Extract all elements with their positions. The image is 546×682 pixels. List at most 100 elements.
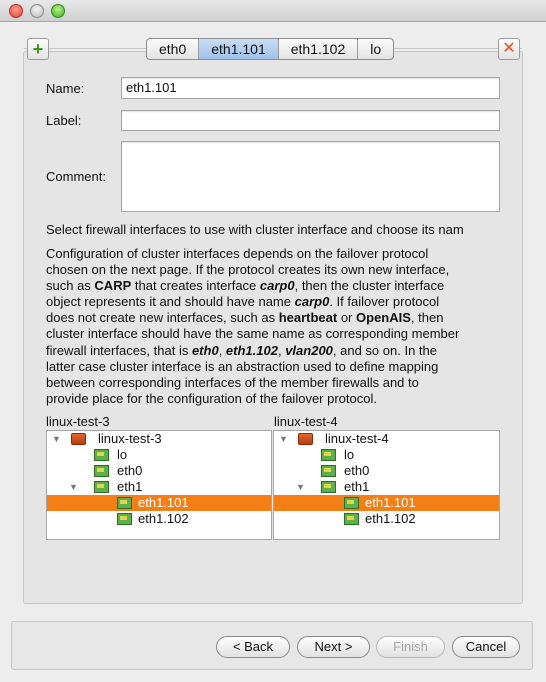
text-segment: or [337, 310, 357, 326]
text-segment: latter case cluster interface is an abst… [46, 358, 439, 374]
tree-row-label: linux-test-4 [325, 431, 389, 446]
tree-title-right: linux-test-4 [274, 414, 338, 429]
tab-eth0[interactable]: eth0 [147, 39, 198, 59]
nic-icon [117, 497, 132, 509]
tree-row-label: eth1 [117, 479, 143, 494]
text-segment: does not create new interfaces, such as [46, 310, 279, 326]
host-icon [71, 433, 86, 445]
description-line: provide place for the configuration of t… [46, 391, 502, 407]
label-label: Label: [46, 113, 82, 128]
emphasis-text: carp0 [294, 294, 330, 310]
tree-row[interactable]: ▼ linux-test-4 [274, 431, 499, 447]
text-segment: , [218, 342, 226, 358]
tree-row[interactable]: eth1.102 [47, 511, 271, 527]
emphasis-text: heartbeat [278, 310, 338, 326]
tree-row-label: eth1.102 [138, 511, 189, 526]
host-icon [298, 433, 313, 445]
zoom-window-icon[interactable] [51, 4, 65, 18]
text-segment: firewall interfaces, that is [46, 342, 192, 358]
tree-row[interactable]: ▼ eth1 [274, 479, 499, 495]
description-text: Configuration of cluster interfaces depe… [46, 246, 502, 407]
tree-row-label: linux-test-3 [98, 431, 162, 446]
text-segment: that creates interface [131, 278, 260, 294]
expand-triangle-icon[interactable]: ▼ [296, 479, 305, 495]
text-segment: cluster interface should have the same n… [46, 326, 460, 342]
minimize-window-icon[interactable] [30, 4, 44, 18]
tree-row[interactable]: ▼ linux-test-3 [47, 431, 271, 447]
nic-icon [344, 497, 359, 509]
window-titlebar [0, 0, 546, 22]
nic-icon [94, 465, 109, 477]
text-segment: , then the cluster interface [294, 278, 445, 294]
tree-row[interactable]: eth1.101 [47, 495, 271, 511]
emphasis-text: eth1.102 [225, 342, 278, 358]
tab-eth1-102[interactable]: eth1.102 [277, 39, 358, 59]
name-label: Name: [46, 81, 85, 96]
tree-row[interactable]: eth0 [47, 463, 271, 479]
description-line: chosen on the next page. If the protocol… [46, 262, 502, 278]
tree-row-label: lo [117, 447, 128, 462]
tab-eth1-101[interactable]: eth1.101 [198, 39, 278, 59]
text-segment: such as [46, 278, 95, 294]
tree-row[interactable]: lo [47, 447, 271, 463]
expand-triangle-icon[interactable]: ▼ [52, 431, 61, 447]
tree-row-label: eth0 [117, 463, 143, 478]
comment-field[interactable] [121, 141, 500, 212]
tree-row-label: eth1.101 [365, 495, 416, 510]
nic-icon [344, 513, 359, 525]
tree-title-left: linux-test-3 [46, 414, 110, 429]
finish-button[interactable]: Finish [376, 636, 445, 658]
text-segment: . If failover protocol [329, 294, 440, 310]
expand-triangle-icon[interactable]: ▼ [279, 431, 288, 447]
text-segment: provide place for the configuration of t… [46, 390, 377, 406]
tree-row-label: eth1.101 [138, 495, 189, 510]
tree-row[interactable]: lo [274, 447, 499, 463]
text-segment: chosen on the next page. If the protocol… [46, 262, 450, 278]
text-segment: between corresponding interfaces of the … [46, 374, 419, 390]
close-x-icon: ✕ [502, 40, 516, 57]
tab-lo[interactable]: lo [357, 39, 393, 59]
text-segment: , and so on. In the [332, 342, 437, 358]
description-line: firewall interfaces, that is eth0, eth1.… [46, 343, 502, 359]
nic-icon [321, 449, 336, 461]
emphasis-text: CARP [94, 278, 132, 294]
tree-row-label: lo [344, 447, 355, 462]
interface-tabs: eth0 eth1.101 eth1.102 lo [146, 38, 395, 60]
firewall-tree-right[interactable]: ▼ linux-test-4 lo eth0 ▼ eth1 eth1.101 eth1.102 [273, 430, 500, 540]
cancel-button[interactable]: Cancel [452, 636, 520, 658]
emphasis-text: vlan200 [285, 342, 333, 358]
back-button[interactable]: < Back [216, 636, 290, 658]
tree-row-label: eth1.102 [365, 511, 416, 526]
add-interface-button[interactable]: + [27, 38, 49, 60]
description-line: Configuration of cluster interfaces depe… [46, 246, 502, 262]
description-line: cluster interface should have the same n… [46, 326, 502, 342]
text-segment: object represents it and should have nam… [46, 294, 295, 310]
description-line: object represents it and should have nam… [46, 294, 502, 310]
delete-interface-button[interactable]: ✕ [498, 38, 520, 60]
tree-row-label: eth1 [344, 479, 370, 494]
tree-row[interactable]: eth0 [274, 463, 499, 479]
close-window-icon[interactable] [9, 4, 23, 18]
nic-icon [321, 481, 336, 493]
description-line: between corresponding interfaces of the … [46, 375, 502, 391]
label-field[interactable] [121, 110, 500, 131]
emphasis-text: eth0 [191, 342, 219, 358]
emphasis-text: carp0 [259, 278, 295, 294]
next-button[interactable]: Next > [297, 636, 370, 658]
nic-icon [117, 513, 132, 525]
emphasis-text: OpenAIS [356, 310, 411, 326]
expand-triangle-icon[interactable]: ▼ [69, 479, 78, 495]
plus-icon: + [32, 39, 44, 59]
tree-row-label: eth0 [344, 463, 370, 478]
nic-icon [321, 465, 336, 477]
description-line: such as CARP that creates interface carp… [46, 278, 502, 294]
nic-icon [94, 481, 109, 493]
comment-label: Comment: [46, 169, 106, 184]
instruction-text: Select firewall interfaces to use with c… [46, 222, 464, 237]
tree-row[interactable]: eth1.102 [274, 511, 499, 527]
firewall-tree-left[interactable]: ▼ linux-test-3 lo eth0 ▼ eth1 eth1.101 eth1.102 [46, 430, 272, 540]
name-field[interactable]: eth1.101 [121, 77, 500, 99]
text-segment: Configuration of cluster interfaces depe… [46, 246, 429, 261]
tree-row[interactable]: eth1.101 [274, 495, 499, 511]
tree-row[interactable]: ▼ eth1 [47, 479, 271, 495]
